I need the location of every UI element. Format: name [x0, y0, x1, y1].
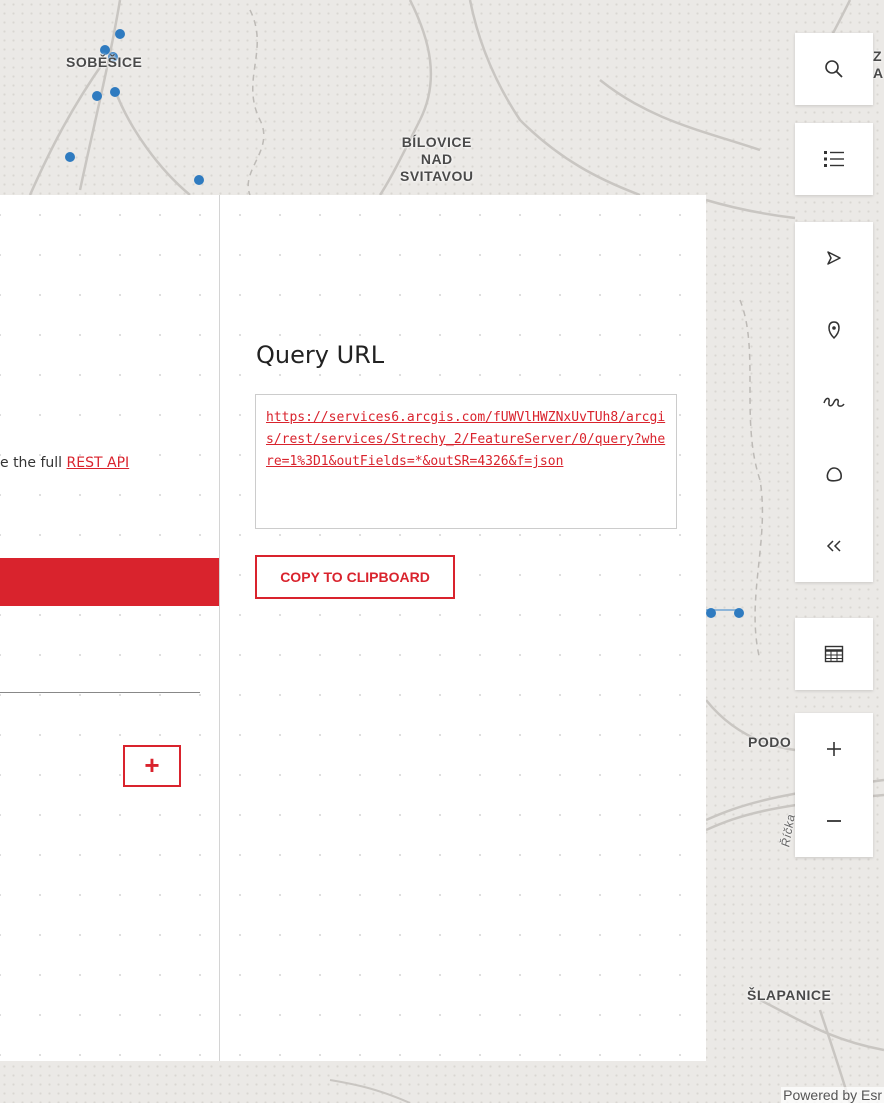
zoom-group: [795, 713, 873, 857]
map-label-bilovice: BÍLOVICE NAD SVITAVOU: [400, 134, 474, 184]
draw-polygon-button[interactable]: [795, 438, 873, 510]
layer-list-button[interactable]: [795, 123, 873, 195]
table-group: [795, 618, 873, 690]
section-header-bar[interactable]: [0, 558, 219, 606]
collapse-toolbar-button[interactable]: [795, 510, 873, 582]
search-icon: [825, 60, 843, 78]
map-label-slapanice: ŠLAPANICE: [747, 987, 832, 1003]
zoom-in-icon: [827, 742, 841, 756]
layers-group: [795, 123, 873, 195]
search-group: [795, 33, 873, 105]
draw-line-icon: [823, 397, 845, 407]
draw-point-button[interactable]: [795, 294, 873, 366]
search-button[interactable]: [795, 33, 873, 105]
query-url-title: Query URL: [256, 341, 385, 369]
attribute-table-button[interactable]: [795, 618, 873, 690]
map-label-sobesice: SOBĚŠICE: [66, 54, 143, 70]
map-label-podoli: PODO: [748, 734, 792, 750]
draw-tools-group: [795, 222, 873, 582]
query-url-link[interactable]: https://services6.arcgis.com/fUWVlHWZNxU…: [266, 410, 665, 469]
zoom-out-icon: [827, 820, 841, 822]
layer-list-icon: [824, 151, 844, 167]
table-icon: [824, 645, 844, 663]
map-label-partial: Z A: [873, 48, 884, 81]
copy-to-clipboard-button[interactable]: COPY TO CLIPBOARD: [255, 555, 455, 599]
draw-polygon-icon: [826, 467, 842, 482]
field-divider: [0, 692, 200, 693]
rest-api-hint: e the full REST API: [0, 455, 129, 471]
query-url-box: https://services6.arcgis.com/fUWVlHWZNxU…: [255, 394, 677, 529]
zoom-in-button[interactable]: [795, 713, 873, 785]
rest-api-hint-text: e the full: [0, 455, 67, 471]
map-attribution[interactable]: Powered by Esr: [781, 1087, 884, 1103]
select-arrow-icon: [827, 251, 841, 265]
query-panel: e the full REST API + Query URL https://…: [0, 195, 706, 1061]
zoom-out-button[interactable]: [795, 785, 873, 857]
collapse-icon: [826, 540, 841, 552]
draw-point-icon: [828, 321, 840, 340]
add-button[interactable]: +: [123, 745, 181, 787]
select-tool-button[interactable]: [795, 222, 873, 294]
rest-api-link[interactable]: REST API: [67, 455, 130, 471]
draw-line-button[interactable]: [795, 366, 873, 438]
query-form-column: e the full REST API +: [0, 195, 220, 1061]
